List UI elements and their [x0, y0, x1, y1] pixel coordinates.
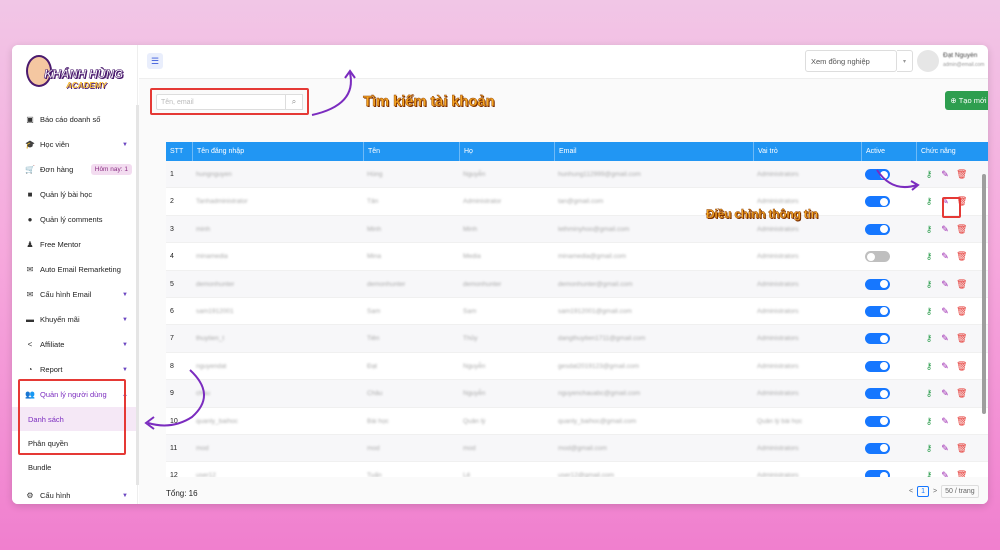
- app-window: KHÁNH HÙNG ACADEMY ▣ Báo cáo doanh số 🎓 …: [12, 45, 988, 504]
- annotation-arrows: [144, 69, 920, 430]
